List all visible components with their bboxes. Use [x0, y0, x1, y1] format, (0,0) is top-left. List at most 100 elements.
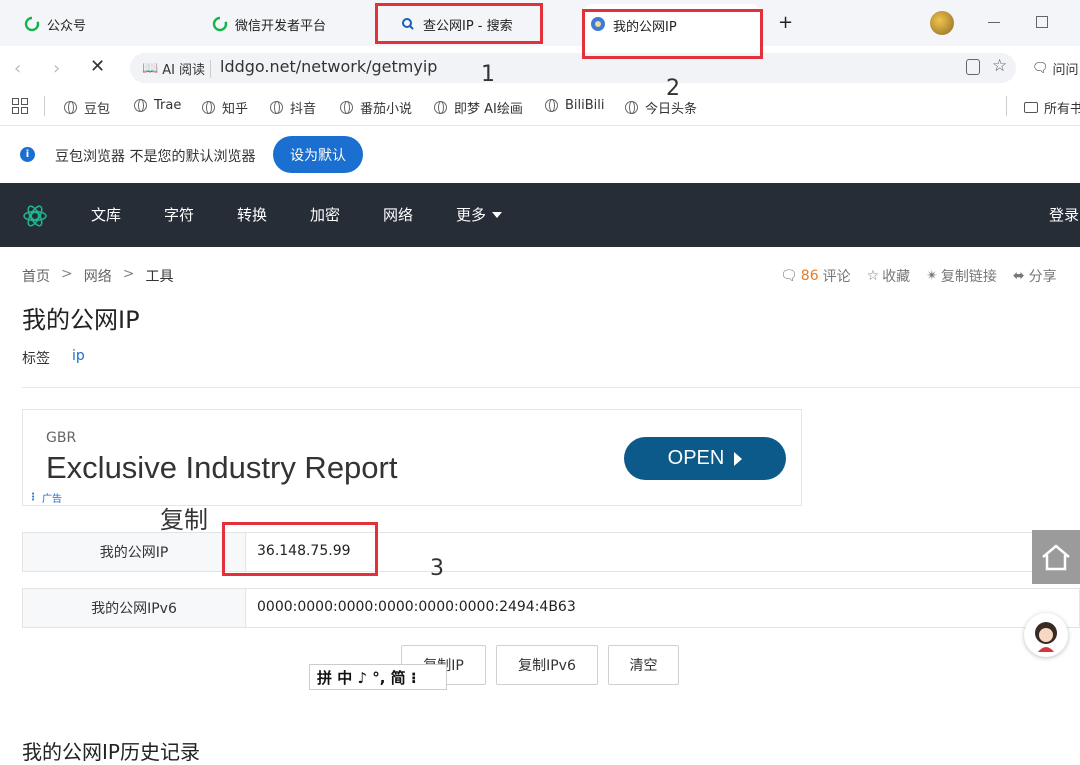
nav-zhuanhuan[interactable]: 转换	[237, 204, 267, 225]
info-icon: i	[20, 147, 35, 162]
history-heading: 我的公网IP历史记录	[22, 740, 200, 764]
annotation-box-search-tab	[375, 3, 543, 44]
bookmark-jimeng[interactable]: 即梦 AI绘画	[434, 98, 523, 117]
omnibox-divider	[210, 60, 211, 78]
bookmark-label: 即梦 AI绘画	[454, 102, 523, 117]
favorite-link[interactable]: 收藏	[882, 266, 910, 286]
ai-reader-label: AI 阅读	[162, 63, 206, 78]
bookmark-toutiao[interactable]: 今日头条	[625, 98, 697, 117]
globe-icon	[340, 101, 353, 114]
new-tab-button[interactable]: +	[778, 12, 793, 33]
ad-headline: Exclusive Industry Report	[46, 450, 398, 485]
url-text[interactable]: lddgo.net/network/getmyip	[220, 57, 437, 76]
all-bookmarks-label: 所有书	[1044, 102, 1080, 117]
bookmark-label: 番茄小说	[360, 102, 413, 117]
ip-label: 我的公网IP	[23, 533, 246, 571]
bookmark-label: 抖音	[290, 102, 317, 117]
globe-icon	[202, 101, 215, 114]
home-float-button[interactable]	[1032, 530, 1080, 584]
bookmark-douyin[interactable]: 抖音	[270, 98, 316, 117]
ad-banner[interactable]: GBR Exclusive Industry Report OPEN ⋮ 广告	[22, 409, 802, 506]
nav-wenku[interactable]: 文库	[91, 204, 121, 225]
assistant-avatar[interactable]	[1024, 613, 1068, 657]
nav-wangluo[interactable]: 网络	[383, 204, 413, 225]
tags-label: 标签	[22, 351, 50, 367]
annotation-box-my-ip-tab	[582, 9, 763, 59]
share-icon: ⬌	[1012, 268, 1025, 284]
avatar[interactable]	[930, 11, 954, 35]
nav-zifu[interactable]: 字符	[164, 204, 194, 225]
ip-row: 我的公网IP 36.148.75.99	[22, 532, 1080, 572]
ad-open-button[interactable]: OPEN	[624, 437, 786, 480]
login-link[interactable]: 登录	[1049, 204, 1079, 225]
forward-icon[interactable]: ›	[53, 58, 60, 79]
breadcrumb-home[interactable]: 首页	[22, 266, 50, 286]
breadcrumb-tools: 工具	[145, 269, 174, 285]
page-title: 我的公网IP	[22, 306, 140, 334]
breadcrumb: 首页 > 网络 > 工具	[22, 266, 173, 286]
copy-ipv6-button[interactable]: 复制IPv6	[496, 645, 598, 685]
nav-more[interactable]: 更多	[456, 204, 503, 225]
bookmarks-bar: 豆包 Trae 知乎 抖音 番茄小说 即梦 AI绘画 BiliBili 今日头条…	[0, 90, 1080, 126]
bookmark-label: 知乎	[222, 102, 249, 117]
ime-toolbar[interactable]: 拼 中 ♪ °, 简 ⁝	[309, 664, 447, 690]
tab-wechat-dev[interactable]: 微信开发者平台	[212, 6, 326, 42]
breadcrumb-network[interactable]: 网络	[84, 266, 112, 286]
back-icon[interactable]: ‹	[14, 58, 21, 79]
girl-avatar-icon	[1035, 622, 1057, 652]
more-vertical-icon: ⋮	[28, 492, 38, 503]
breadcrumb-separator: >	[61, 266, 73, 282]
annotation-number-1: 1	[481, 62, 495, 87]
bookmarks-divider	[1006, 96, 1007, 116]
ipv6-value[interactable]: 0000:0000:0000:0000:0000:0000:2494:4B63	[257, 599, 576, 615]
ai-reader-button[interactable]: 📖 AI 阅读	[142, 59, 205, 78]
bookmark-fanqie[interactable]: 番茄小说	[340, 98, 412, 117]
section-divider	[22, 387, 1080, 388]
star-icon: ☆	[866, 268, 880, 284]
bookmark-trae[interactable]: Trae	[134, 98, 181, 113]
home-icon	[1042, 544, 1070, 571]
minimize-icon[interactable]	[988, 22, 1000, 23]
globe-icon	[434, 101, 447, 114]
tag-ip[interactable]: ip	[72, 348, 85, 364]
comment-count[interactable]: 86	[801, 268, 819, 284]
globe-icon	[625, 101, 638, 114]
play-icon	[734, 451, 743, 466]
reader-mode-icon[interactable]	[966, 59, 980, 75]
bookmark-bilibili[interactable]: BiliBili	[545, 98, 605, 113]
annotation-copy-label: 复制	[160, 506, 208, 534]
bookmark-doubao[interactable]: 豆包	[64, 98, 110, 117]
all-bookmarks-button[interactable]: 所有书	[1024, 98, 1080, 117]
clear-button[interactable]: 清空	[608, 645, 679, 685]
page-actions: 🗨 86 评论 ☆ 收藏 ✴ 复制链接 ⬌ 分享	[780, 266, 1057, 286]
nav-jiami[interactable]: 加密	[310, 204, 340, 225]
folder-icon	[1024, 102, 1038, 113]
notice-text: 豆包浏览器 不是您的默认浏览器	[55, 149, 256, 165]
globe-icon	[134, 99, 147, 112]
comment-link[interactable]: 评论	[823, 266, 851, 286]
bookmark-zhihu[interactable]: 知乎	[202, 98, 248, 117]
default-browser-notice: i 豆包浏览器 不是您的默认浏览器 设为默认	[0, 127, 1080, 183]
set-default-button[interactable]: 设为默认	[273, 136, 363, 173]
copy-link-button[interactable]: 复制链接	[941, 266, 997, 286]
chat-icon: 🗨	[1032, 61, 1049, 76]
site-logo-icon[interactable]	[22, 203, 48, 229]
stop-icon[interactable]: ✕	[90, 56, 105, 77]
nav-more-label: 更多	[456, 206, 487, 224]
globe-icon	[545, 99, 558, 112]
ad-label-text: 广告	[42, 494, 62, 505]
bookmark-label: Trae	[154, 98, 182, 113]
apps-grid-icon[interactable]	[12, 98, 28, 114]
link-icon: ✴	[926, 268, 938, 284]
ipv6-row: 我的公网IPv6 0000:0000:0000:0000:0000:0000:2…	[22, 588, 1080, 628]
maximize-icon[interactable]	[1036, 16, 1048, 28]
share-link[interactable]: 分享	[1029, 266, 1057, 286]
star-icon[interactable]: ☆	[992, 56, 1007, 76]
wechat-icon	[212, 16, 228, 32]
address-bar-row: ‹ › ✕ 📖 AI 阅读 lddgo.net/network/getmyip …	[0, 46, 1080, 90]
annotation-box-ip-value	[222, 522, 378, 576]
tab-label: 公众号	[47, 18, 87, 34]
wechat-icon	[24, 16, 40, 32]
tab-gongzhonghao[interactable]: 公众号	[24, 6, 86, 42]
ask-button[interactable]: 🗨 问问	[1032, 59, 1079, 78]
